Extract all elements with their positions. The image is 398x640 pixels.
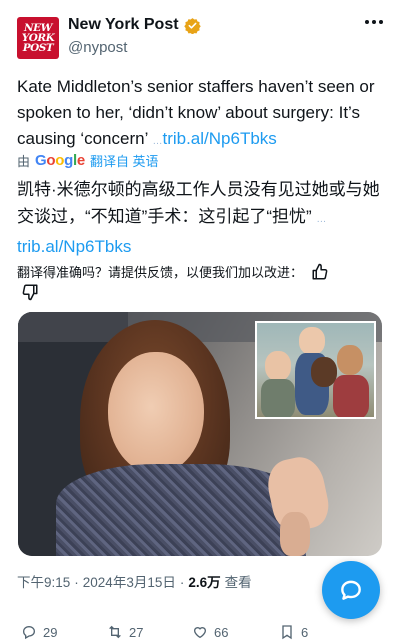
- tweet-date[interactable]: 2024年3月15日: [83, 571, 176, 591]
- tweet-link-prefix: …: [152, 136, 163, 147]
- like-button[interactable]: 66: [192, 624, 228, 640]
- compose-reply-button[interactable]: [322, 561, 380, 619]
- display-name[interactable]: New York Post: [68, 16, 179, 34]
- retweet-count: 27: [129, 624, 144, 640]
- meta-separator: ·: [74, 575, 79, 590]
- reply-icon: [22, 625, 36, 640]
- translation-prefix: 由: [17, 154, 31, 169]
- like-count: 66: [214, 624, 229, 640]
- bookmark-count: 6: [301, 624, 309, 640]
- tweet-actions: 29 27 66 6: [17, 624, 397, 640]
- tweet-photo[interactable]: [18, 312, 382, 556]
- thumbs-up-icon[interactable]: [311, 263, 329, 281]
- reply-button[interactable]: 29: [21, 624, 57, 640]
- avatar[interactable]: NEW YORK POST: [17, 17, 59, 59]
- google-logo: Google: [35, 152, 85, 169]
- tweet-meta: 下午9:15 · 2024年3月15日 · 2.6万 查看: [17, 571, 252, 591]
- views-count: 2.6万: [188, 575, 221, 590]
- compose-reply-icon: [341, 580, 361, 600]
- tweet-link[interactable]: trib.al/Np6Tbks: [162, 129, 276, 148]
- reply-count: 29: [43, 624, 58, 640]
- tweet-header: NEW YORK POST New York Post @nypost: [17, 14, 387, 62]
- translated-text: 凯特·米德尔顿的高级工作人员没有见过她或与她交谈过，“不知道”手术：这引起了“担…: [17, 176, 383, 260]
- translation-attribution: 由 Google 翻译自 英语: [17, 151, 159, 170]
- name-row: New York Post: [68, 16, 201, 34]
- translated-link-prefix: …: [316, 214, 327, 225]
- feedback-question: 翻译得准确吗？请提供反馈，以便我们加以改进：: [17, 265, 304, 280]
- family-photo-inset: [255, 321, 376, 419]
- logo-line-3: POST: [22, 42, 54, 54]
- translation-source-label[interactable]: 翻译自 英语: [90, 151, 159, 170]
- tweet-time[interactable]: 下午9:15: [17, 571, 70, 591]
- verified-badge-icon: [183, 17, 201, 34]
- more-options-icon[interactable]: [365, 20, 383, 26]
- translated-link[interactable]: trib.al/Np6Tbks: [17, 237, 131, 256]
- thumbs-down-icon[interactable]: [21, 283, 39, 301]
- bookmark-icon: [282, 625, 292, 640]
- bookmark-button[interactable]: 6: [279, 624, 308, 640]
- translation-feedback: 翻译得准确吗？请提供反馈，以便我们加以改进：: [17, 262, 357, 281]
- retweet-icon: [109, 625, 121, 639]
- handle[interactable]: @nypost: [68, 39, 127, 56]
- retweet-button[interactable]: 27: [107, 624, 143, 640]
- face-shape: [108, 352, 204, 474]
- meta-separator-2: ·: [179, 575, 185, 590]
- views-label: 查看: [224, 575, 252, 590]
- tweet-text: Kate Middleton’s senior staffers haven’t…: [17, 74, 383, 155]
- heart-icon: [193, 627, 207, 639]
